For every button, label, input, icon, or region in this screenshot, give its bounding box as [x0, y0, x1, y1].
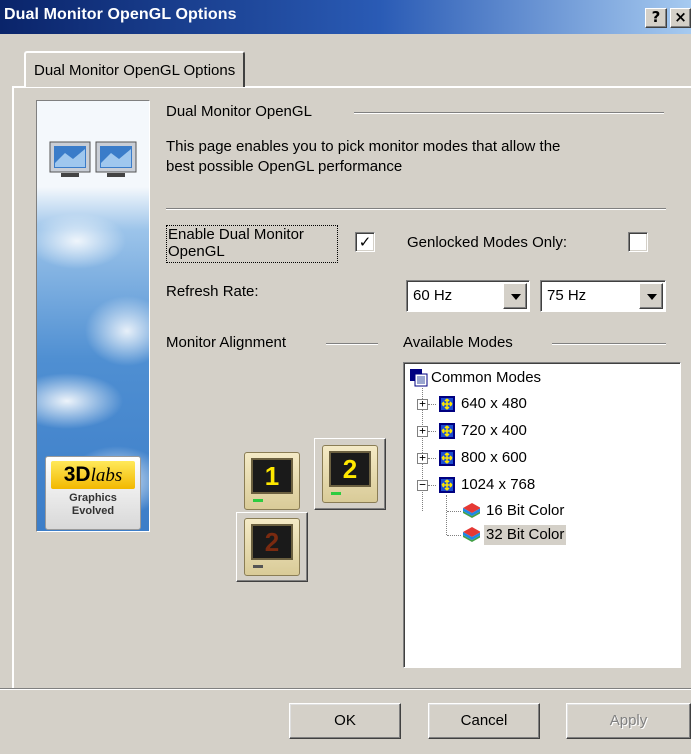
apply-button[interactable]: Apply: [566, 703, 691, 739]
bottom-divider: [0, 688, 691, 690]
tab-dual-monitor-opengl[interactable]: Dual Monitor OpenGL Options: [24, 51, 246, 87]
tab-page: [12, 86, 691, 688]
cancel-button[interactable]: Cancel: [428, 703, 540, 739]
close-button[interactable]: ×: [670, 8, 691, 28]
help-button[interactable]: ?: [645, 8, 667, 28]
window-title: Dual Monitor OpenGL Options: [4, 6, 237, 23]
ok-button[interactable]: OK: [289, 703, 401, 739]
title-bar[interactable]: Dual Monitor OpenGL Options ? ×: [0, 0, 691, 34]
